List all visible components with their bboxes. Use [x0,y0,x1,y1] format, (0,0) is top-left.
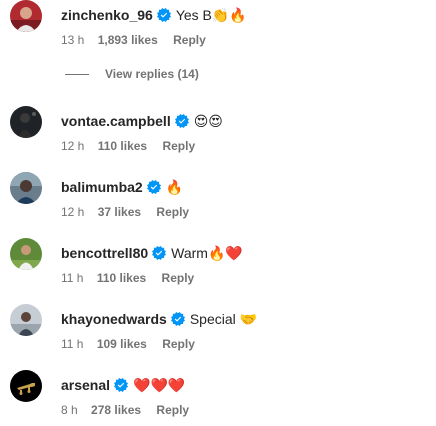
verified-badge-icon [114,378,128,392]
view-replies-label: View replies (14) [105,67,199,81]
arsenal-logo-icon [10,370,42,402]
comment-item: khayonedwards Special 🤝 11 h 109 likes R… [0,304,436,360]
comment-time[interactable]: 8 h [61,403,78,417]
like-count[interactable]: 278 likes [91,403,141,417]
user-avatar-icon [10,238,42,270]
user-avatar-icon [10,0,42,32]
comment-item: balimumba2 🔥 12 h 37 likes Reply [0,172,436,228]
view-replies-button[interactable]: View replies (14) [65,66,199,82]
username[interactable]: bencottrell80 [61,244,148,262]
comment-item: arsenal ❤️❤️❤️ 8 h 278 likes Reply [0,370,436,426]
avatar[interactable] [10,238,42,270]
reply-button[interactable]: Reply [162,139,195,153]
verified-badge-icon [171,312,185,326]
avatar[interactable] [10,304,42,336]
reply-button[interactable]: Reply [162,271,195,285]
like-count[interactable]: 110 likes [97,271,146,285]
username[interactable]: khayonedwards [61,310,167,328]
verified-badge-icon [152,246,166,260]
comment-text: Warm🔥❤️ [171,245,243,261]
comment-time[interactable]: 12 h [61,139,84,153]
avatar[interactable] [10,172,42,204]
comment-time[interactable]: 11 h [61,337,83,351]
user-avatar-icon [10,304,42,336]
comment-text: 🔥 [165,179,184,195]
username[interactable]: vontae.campbell [61,112,171,130]
verified-badge-icon [157,8,171,22]
comment-item: zinchenko_96 Yes B👏🔥 13 h 1,893 likes Re… [0,0,436,56]
reply-button[interactable]: Reply [162,337,195,351]
view-replies-line [65,73,89,75]
username[interactable]: zinchenko_96 [61,6,153,24]
comment-text: Yes B👏🔥 [175,7,247,23]
avatar[interactable] [10,106,42,138]
reply-button[interactable]: Reply [156,205,189,219]
verified-badge-icon [147,180,161,194]
user-avatar-icon [10,106,42,138]
like-count[interactable]: 109 likes [97,337,147,351]
comment-text: ❤️❤️❤️ [133,377,186,393]
comment-item: bencottrell80 Warm🔥❤️ 11 h 110 likes Rep… [0,238,436,294]
comment-item: vontae.campbell 😍😍 12 h 110 likes Reply [0,106,436,162]
like-count[interactable]: 37 likes [98,205,141,219]
username[interactable]: balimumba2 [61,178,143,196]
avatar[interactable] [10,370,42,402]
verified-badge-icon [175,114,189,128]
user-avatar-icon [10,172,42,204]
username[interactable]: arsenal [61,376,110,394]
comment-text: Special 🤝 [189,311,258,327]
comment-time[interactable]: 11 h [61,271,83,285]
reply-button[interactable]: Reply [173,33,206,47]
like-count[interactable]: 110 likes [98,139,147,153]
comment-time[interactable]: 13 h [61,33,84,47]
avatar[interactable] [10,0,42,32]
comment-text: 😍😍 [193,113,223,129]
reply-button[interactable]: Reply [156,403,189,417]
comment-time[interactable]: 12 h [61,205,84,219]
like-count[interactable]: 1,893 likes [98,33,158,47]
